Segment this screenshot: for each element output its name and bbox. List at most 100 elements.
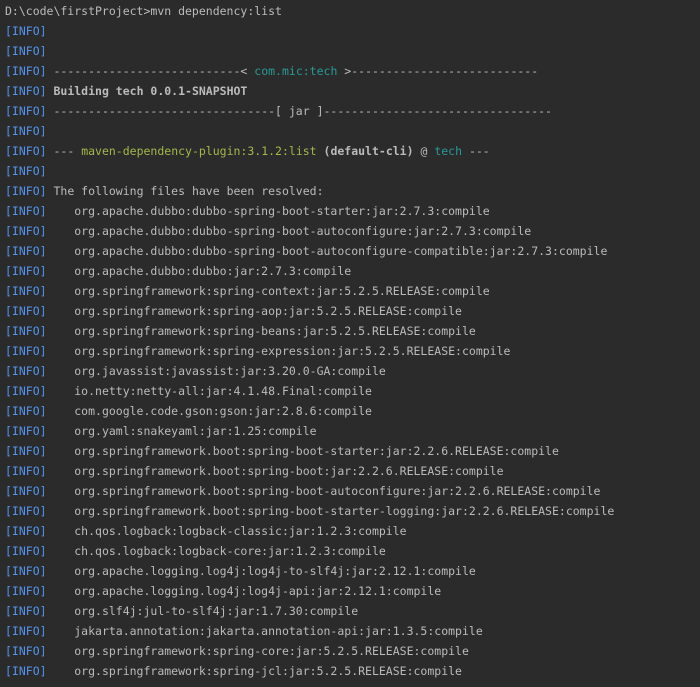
info-tag: [INFO] <box>5 204 47 218</box>
dependency-coordinate: org.springframework:spring-jcl:jar:5.2.5… <box>74 664 462 678</box>
info-tag: [INFO] <box>5 564 47 578</box>
info-tag: [INFO] <box>5 84 47 98</box>
separator-left: ---------------------------< <box>53 64 255 78</box>
group-artifact: com.mic:tech <box>254 64 338 78</box>
dependency-line: [INFO] org.springframework:spring-aop:ja… <box>0 301 700 321</box>
dependency-coordinate: org.yaml:snakeyaml:jar:1.25:compile <box>74 424 317 438</box>
info-tag: [INFO] <box>5 224 47 238</box>
info-tag: [INFO] <box>5 544 47 558</box>
info-tag: [INFO] <box>5 364 47 378</box>
info-tag: [INFO] <box>5 584 47 598</box>
dependency-line: [INFO] org.springframework:spring-expres… <box>0 341 700 361</box>
dependency-coordinate: org.springframework.boot:spring-boot-aut… <box>74 484 601 498</box>
plugin-prefix: --- <box>53 144 82 158</box>
info-tag: [INFO] <box>5 244 47 258</box>
dependency-coordinate: org.springframework.boot:spring-boot:jar… <box>74 464 504 478</box>
info-tag: [INFO] <box>5 64 47 78</box>
dependency-line: [INFO] org.javassist:javassist:jar:3.20.… <box>0 361 700 381</box>
info-tag: [INFO] <box>5 324 47 338</box>
building-line: [INFO] Building tech 0.0.1-SNAPSHOT <box>0 81 700 101</box>
dependency-coordinate: org.slf4j:jul-to-slf4j:jar:1.7.30:compil… <box>74 604 359 618</box>
dependency-line: [INFO] org.springframework.boot:spring-b… <box>0 481 700 501</box>
dependency-line: [INFO] org.apache.logging.log4j:log4j-ap… <box>0 581 700 601</box>
dependency-line: [INFO] org.apache.dubbo:dubbo-spring-boo… <box>0 241 700 261</box>
info-tag: [INFO] <box>5 404 47 418</box>
dependency-coordinate: org.springframework:spring-aop:jar:5.2.5… <box>74 304 462 318</box>
resolved-header: The following files have been resolved: <box>53 184 324 198</box>
dependency-coordinate: org.springframework.boot:spring-boot-sta… <box>74 444 559 458</box>
dependency-line: [INFO] org.slf4j:jul-to-slf4j:jar:1.7.30… <box>0 601 700 621</box>
packaging-line: [INFO] --------------------------------[… <box>0 101 700 121</box>
dependency-coordinate: jakarta.annotation:jakarta.annotation-ap… <box>74 624 483 638</box>
info-tag: [INFO] <box>5 384 47 398</box>
plugin-suffix: --- <box>462 144 490 158</box>
dependency-coordinate: org.apache.dubbo:dubbo:jar:2.7.3:compile <box>74 264 352 278</box>
plugin-project: tech <box>434 144 463 158</box>
dependency-line: [INFO] com.google.code.gson:gson:jar:2.8… <box>0 401 700 421</box>
dependency-line: [INFO] ch.qos.logback:logback-core:jar:1… <box>0 541 700 561</box>
info-tag: [INFO] <box>5 144 47 158</box>
info-tag: [INFO] <box>5 344 47 358</box>
dependency-coordinate: org.javassist:javassist:jar:3.20.0-GA:co… <box>74 364 386 378</box>
log-line: [INFO] <box>0 21 700 41</box>
dependency-line: [INFO] jakarta.annotation:jakarta.annota… <box>0 621 700 641</box>
dependency-line: [INFO] org.apache.logging.log4j:log4j-to… <box>0 561 700 581</box>
building-text: Building tech 0.0.1-SNAPSHOT <box>53 84 248 98</box>
info-tag: [INFO] <box>5 424 47 438</box>
dependency-line: [INFO] ch.qos.logback:logback-classic:ja… <box>0 521 700 541</box>
resolved-header-line: [INFO] The following files have been res… <box>0 181 700 201</box>
dependency-coordinate: org.springframework:spring-expression:ja… <box>74 344 511 358</box>
info-tag: [INFO] <box>5 644 47 658</box>
dependency-line: [INFO] io.netty:netty-all:jar:4.1.48.Fin… <box>0 381 700 401</box>
dependency-line: [INFO] org.springframework.boot:spring-b… <box>0 441 700 461</box>
dependency-coordinate: com.google.code.gson:gson:jar:2.8.6:comp… <box>74 404 372 418</box>
dependency-line: [INFO] org.apache.dubbo:dubbo-spring-boo… <box>0 201 700 221</box>
dependency-line: [INFO] org.apache.dubbo:dubbo-spring-boo… <box>0 221 700 241</box>
info-tag: [INFO] <box>5 624 47 638</box>
dependency-line: [INFO] org.apache.dubbo:dubbo:jar:2.7.3:… <box>0 261 700 281</box>
dependency-coordinate: org.springframework.boot:spring-boot-sta… <box>74 504 615 518</box>
plugin-line: [INFO] --- maven-dependency-plugin:3.1.2… <box>0 141 700 161</box>
dependency-line: [INFO] org.springframework.boot:spring-b… <box>0 501 700 521</box>
dependency-coordinate: org.apache.dubbo:dubbo-spring-boot-autoc… <box>74 244 608 258</box>
log-line: [INFO] <box>0 121 700 141</box>
info-tag: [INFO] <box>5 524 47 538</box>
dependency-line: [INFO] org.springframework:spring-contex… <box>0 281 700 301</box>
dependency-coordinate: io.netty:netty-all:jar:4.1.48.Final:comp… <box>74 384 372 398</box>
info-tag: [INFO] <box>5 444 47 458</box>
info-tag: [INFO] <box>5 184 47 198</box>
dependency-coordinate: ch.qos.logback:logback-classic:jar:1.2.3… <box>74 524 407 538</box>
plugin-name: maven-dependency-plugin:3.1.2:list <box>81 144 317 158</box>
dependency-line: [INFO] org.springframework.boot:spring-b… <box>0 461 700 481</box>
dependency-line: [INFO] org.springframework:spring-core:j… <box>0 641 700 661</box>
dependency-line: [INFO] org.springframework:spring-beans:… <box>0 321 700 341</box>
dependency-line: [INFO] org.yaml:snakeyaml:jar:1.25:compi… <box>0 421 700 441</box>
dependency-coordinate: org.springframework:spring-core:jar:5.2.… <box>74 644 469 658</box>
dependency-coordinate: org.springframework:spring-beans:jar:5.2… <box>74 324 476 338</box>
plugin-at: @ <box>413 144 435 158</box>
log-line: [INFO] <box>0 41 700 61</box>
dependency-line: [INFO] org.springframework:spring-jcl:ja… <box>0 661 700 681</box>
info-tag: [INFO] <box>5 304 47 318</box>
info-tag: [INFO] <box>5 124 47 138</box>
dependency-list: [INFO] org.apache.dubbo:dubbo-spring-boo… <box>0 201 700 681</box>
info-tag: [INFO] <box>5 604 47 618</box>
plugin-execution: (default-cli) <box>316 144 414 158</box>
info-tag: [INFO] <box>5 24 47 38</box>
dependency-coordinate: org.apache.logging.log4j:log4j-to-slf4j:… <box>74 564 476 578</box>
info-tag: [INFO] <box>5 484 47 498</box>
dependency-coordinate: org.apache.dubbo:dubbo-spring-boot-autoc… <box>74 224 532 238</box>
terminal-window[interactable]: D:\code\firstProject>mvn dependency:list… <box>0 0 700 687</box>
separator-right: >--------------------------- <box>337 64 539 78</box>
info-tag: [INFO] <box>5 504 47 518</box>
dependency-coordinate: org.springframework:spring-context:jar:5… <box>74 284 490 298</box>
info-tag: [INFO] <box>5 264 47 278</box>
jar-separator: --------------------------------[ jar ]-… <box>53 104 552 118</box>
info-tag: [INFO] <box>5 284 47 298</box>
project-separator-line: [INFO] ---------------------------< com.… <box>0 61 700 81</box>
info-tag: [INFO] <box>5 44 47 58</box>
info-tag: [INFO] <box>5 664 47 678</box>
log-line: [INFO] <box>0 161 700 181</box>
command-prompt-line: D:\code\firstProject>mvn dependency:list <box>0 1 700 21</box>
info-tag: [INFO] <box>5 104 47 118</box>
